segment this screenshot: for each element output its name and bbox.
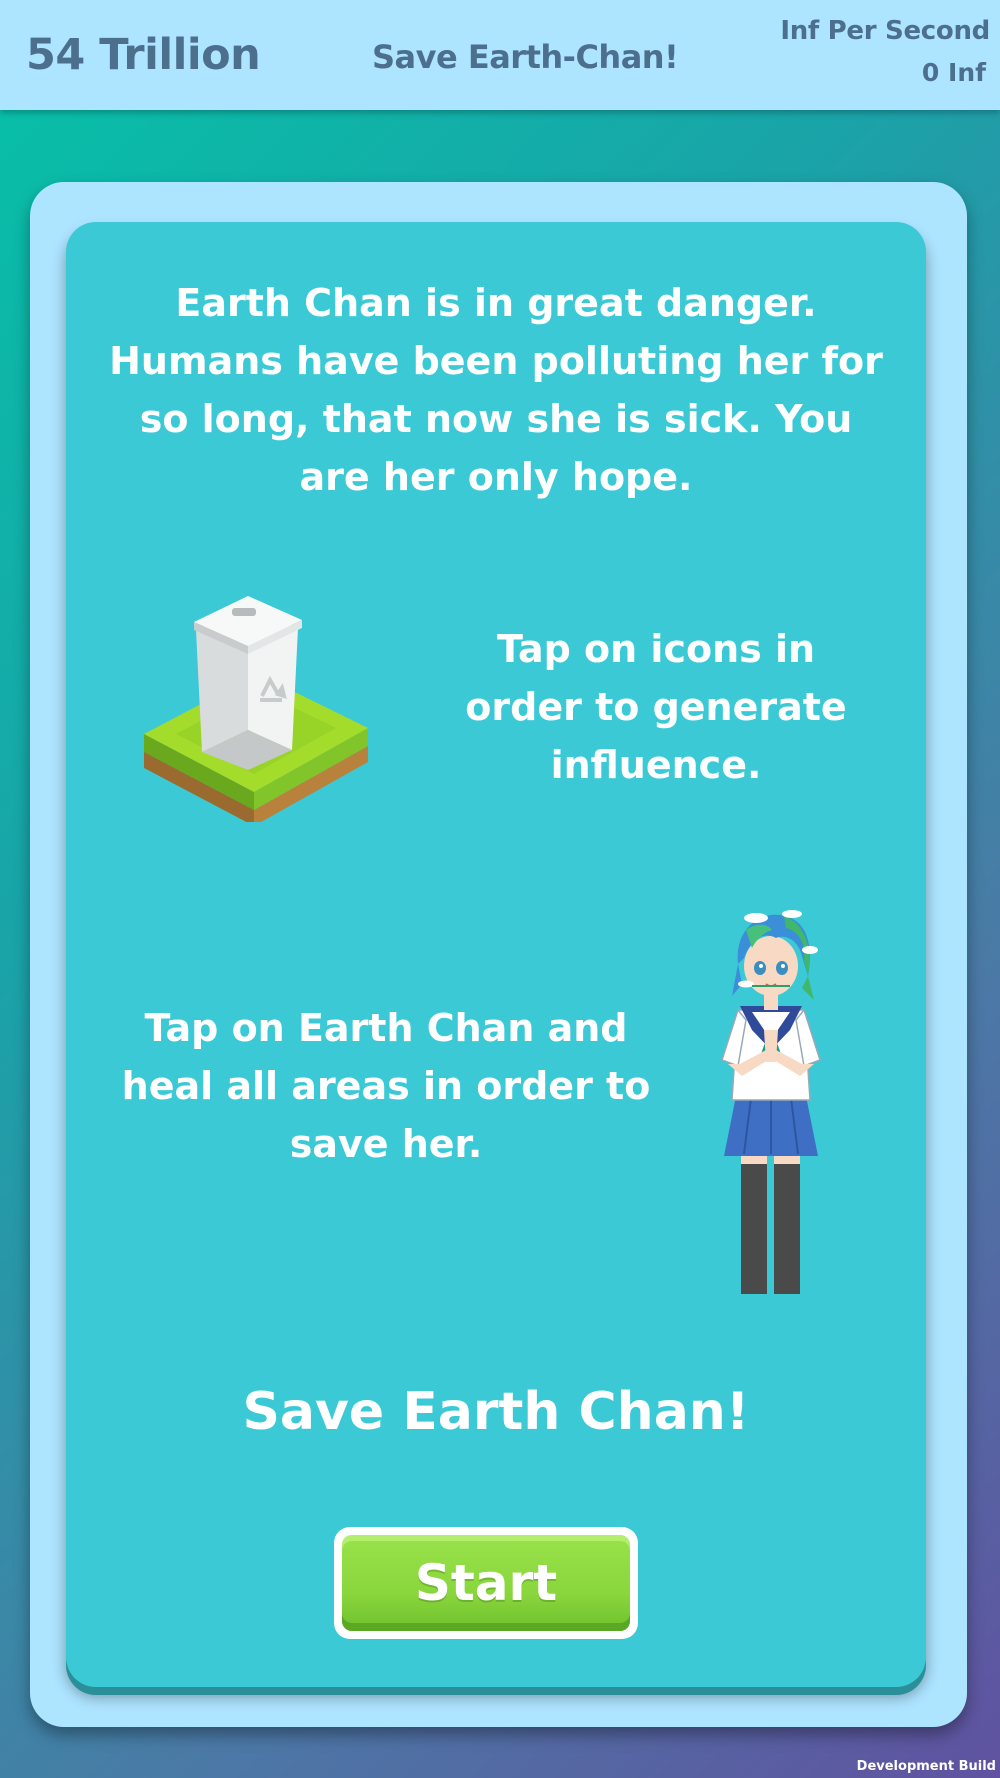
intro-dialog: Earth Chan is in great danger. Humans ha…: [30, 182, 967, 1727]
intro-dialog-content: Earth Chan is in great danger. Humans ha…: [66, 222, 926, 1687]
development-build-label: Development Build: [856, 1759, 996, 1774]
call-to-action: Save Earth Chan!: [242, 1382, 750, 1442]
rate-label: Inf Per Second: [780, 16, 990, 46]
currency-amount: 54 Trillion: [26, 30, 261, 80]
rate-value: 0 Inf: [921, 58, 986, 87]
recycle-bin-icon: [144, 596, 368, 822]
tip-tap-earthchan: Tap on Earth Chan and heal all areas in …: [121, 1006, 651, 1166]
game-title: Save Earth-Chan!: [372, 38, 679, 76]
start-button[interactable]: Start: [334, 1527, 638, 1639]
top-bar: 54 Trillion Save Earth-Chan! Inf Per Sec…: [0, 0, 1000, 110]
intro-text: Earth Chan is in great danger. Humans ha…: [109, 281, 883, 499]
earth-chan-character[interactable]: [706, 900, 836, 1296]
start-button-label: Start: [342, 1535, 630, 1631]
tip-tap-icons: Tap on icons in order to generate influe…: [465, 627, 847, 787]
